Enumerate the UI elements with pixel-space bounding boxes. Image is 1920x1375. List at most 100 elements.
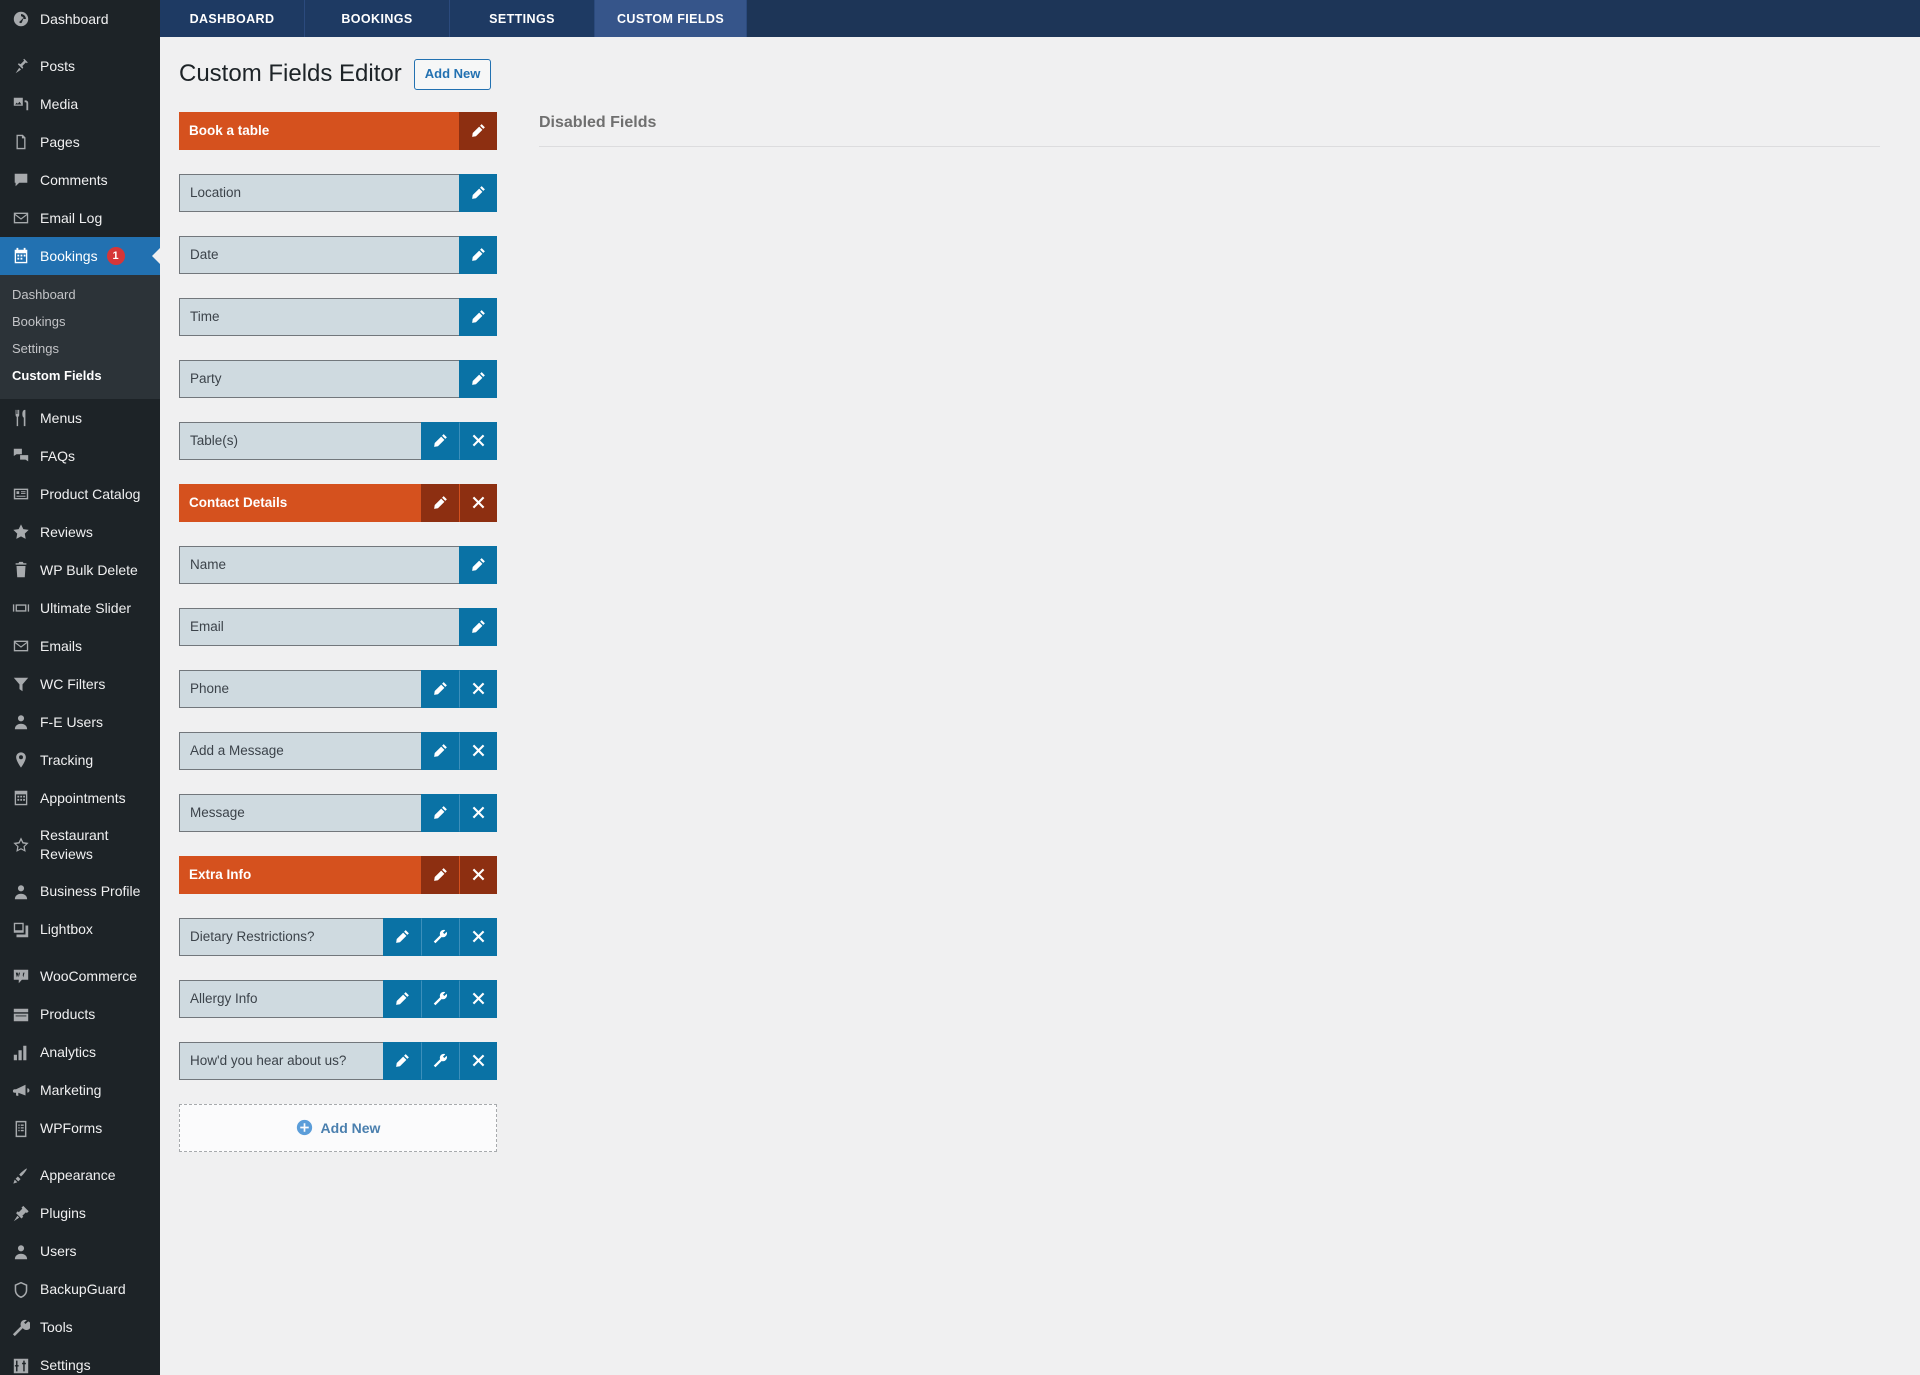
sidebar-item-media[interactable]: Media (0, 85, 160, 123)
sidebar-item-label: Appearance (40, 1167, 116, 1184)
field-row[interactable]: Name (179, 545, 497, 584)
sidebar-item-tracking[interactable]: Tracking (0, 741, 160, 779)
envelope-icon (11, 208, 31, 228)
sidebar-item-tools[interactable]: Tools (0, 1309, 160, 1347)
edit-field-button[interactable] (421, 483, 459, 522)
edit-field-button[interactable] (421, 731, 459, 770)
sidebar-item-restaurant-reviews[interactable]: Restaurant Reviews (0, 817, 160, 873)
sidebar-item-label: Menus (40, 409, 83, 426)
submenu-item-custom-fields[interactable]: Custom Fields (0, 362, 160, 389)
sidebar-item-menus[interactable]: Menus (0, 399, 160, 437)
configure-field-button[interactable] (421, 917, 459, 956)
tab-bookings[interactable]: BOOKINGS (305, 0, 450, 37)
edit-field-button[interactable] (459, 607, 497, 646)
edit-field-button[interactable] (459, 545, 497, 584)
field-row[interactable]: Location (179, 173, 497, 212)
sidebar-item-wp-bulk-delete[interactable]: WP Bulk Delete (0, 551, 160, 589)
sidebar-item-pages[interactable]: Pages (0, 123, 160, 161)
remove-field-button[interactable] (459, 793, 497, 832)
edit-field-button[interactable] (459, 297, 497, 336)
sidebar-item-appearance[interactable]: Appearance (0, 1157, 160, 1195)
field-row[interactable]: Dietary Restrictions? (179, 917, 497, 956)
tab-custom-fields[interactable]: CUSTOM FIELDS (595, 0, 748, 37)
sidebar-item-plugins[interactable]: Plugins (0, 1195, 160, 1233)
submenu-item-settings[interactable]: Settings (0, 335, 160, 362)
edit-field-button[interactable] (459, 173, 497, 212)
field-row[interactable]: Email (179, 607, 497, 646)
sidebar-item-marketing[interactable]: Marketing (0, 1072, 160, 1110)
remove-field-button[interactable] (459, 483, 497, 522)
remove-field-button[interactable] (459, 979, 497, 1018)
edit-field-button[interactable] (459, 359, 497, 398)
sidebar-item-lightbox[interactable]: Lightbox (0, 911, 160, 949)
add-new-field-button[interactable]: Add New (179, 1103, 497, 1152)
submenu-item-dashboard[interactable]: Dashboard (0, 281, 160, 308)
edit-field-button[interactable] (421, 669, 459, 708)
sidebar-item-label: BackupGuard (40, 1281, 126, 1298)
field-row[interactable]: Phone (179, 669, 497, 708)
field-row[interactable]: Add a Message (179, 731, 497, 770)
tab-settings[interactable]: SETTINGS (450, 0, 595, 37)
edit-icon (433, 495, 448, 510)
sidebar-item-dashboard[interactable]: Dashboard (0, 0, 160, 38)
remove-field-button[interactable] (459, 421, 497, 460)
field-row[interactable]: Time (179, 297, 497, 336)
remove-field-button[interactable] (459, 855, 497, 894)
remove-field-button[interactable] (459, 731, 497, 770)
tab-dashboard[interactable]: DASHBOARD (160, 0, 305, 37)
field-label: Name (179, 545, 459, 584)
sidebar-item-wpforms[interactable]: WPForms (0, 1110, 160, 1148)
field-label: Email (179, 607, 459, 646)
remove-field-button[interactable] (459, 917, 497, 956)
sidebar-item-email-log[interactable]: Email Log (0, 199, 160, 237)
field-row[interactable]: Message (179, 793, 497, 832)
edit-field-button[interactable] (459, 235, 497, 274)
remove-field-button[interactable] (459, 669, 497, 708)
sidebar-item-woocommerce[interactable]: WooCommerce (0, 958, 160, 996)
edit-field-button[interactable] (383, 1041, 421, 1080)
sidebar-item-faqs[interactable]: FAQs (0, 437, 160, 475)
sidebar-item-ultimate-slider[interactable]: Ultimate Slider (0, 589, 160, 627)
configure-field-button[interactable] (421, 979, 459, 1018)
edit-field-button[interactable] (459, 111, 497, 150)
edit-field-button[interactable] (421, 421, 459, 460)
submenu-item-bookings[interactable]: Bookings (0, 308, 160, 335)
sidebar-item-reviews[interactable]: Reviews (0, 513, 160, 551)
sidebar-item-posts[interactable]: Posts (0, 47, 160, 85)
edit-icon (471, 371, 486, 386)
sidebar-item-users[interactable]: Users (0, 1233, 160, 1271)
sidebar-submenu-bookings: Dashboard Bookings Settings Custom Fields (0, 275, 160, 399)
sliders-icon (11, 1356, 31, 1375)
field-group-row[interactable]: Book a table (179, 111, 497, 150)
sidebar-item-product-catalog[interactable]: Product Catalog (0, 475, 160, 513)
sidebar-item-comments[interactable]: Comments (0, 161, 160, 199)
edit-icon (433, 867, 448, 882)
remove-field-button[interactable] (459, 1041, 497, 1080)
edit-field-button[interactable] (421, 855, 459, 894)
sidebar-item-emails[interactable]: Emails (0, 627, 160, 665)
field-row[interactable]: Date (179, 235, 497, 274)
field-row[interactable]: Party (179, 359, 497, 398)
edit-field-button[interactable] (383, 979, 421, 1018)
sidebar-separator (0, 38, 160, 47)
field-row[interactable]: Allergy Info (179, 979, 497, 1018)
edit-field-button[interactable] (383, 917, 421, 956)
edit-field-button[interactable] (421, 793, 459, 832)
sidebar-item-settings[interactable]: Settings (0, 1347, 160, 1375)
field-row[interactable]: Table(s) (179, 421, 497, 460)
sidebar-item-backupguard[interactable]: BackupGuard (0, 1271, 160, 1309)
sidebar-item-products[interactable]: Products (0, 996, 160, 1034)
field-row[interactable]: How'd you hear about us? (179, 1041, 497, 1080)
sidebar-item-f-e-users[interactable]: F-E Users (0, 703, 160, 741)
sidebar-item-bookings[interactable]: Bookings 1 (0, 237, 160, 275)
field-group-row[interactable]: Contact Details (179, 483, 497, 522)
sidebar-item-wc-filters[interactable]: WC Filters (0, 665, 160, 703)
sidebar-item-analytics[interactable]: Analytics (0, 1034, 160, 1072)
field-label: Add a Message (179, 731, 421, 770)
sidebar-item-business-profile[interactable]: Business Profile (0, 873, 160, 911)
sidebar-item-appointments[interactable]: Appointments (0, 779, 160, 817)
field-group-row[interactable]: Extra Info (179, 855, 497, 894)
configure-field-button[interactable] (421, 1041, 459, 1080)
add-new-button-top[interactable]: Add New (413, 59, 492, 90)
images-icon (11, 920, 31, 940)
